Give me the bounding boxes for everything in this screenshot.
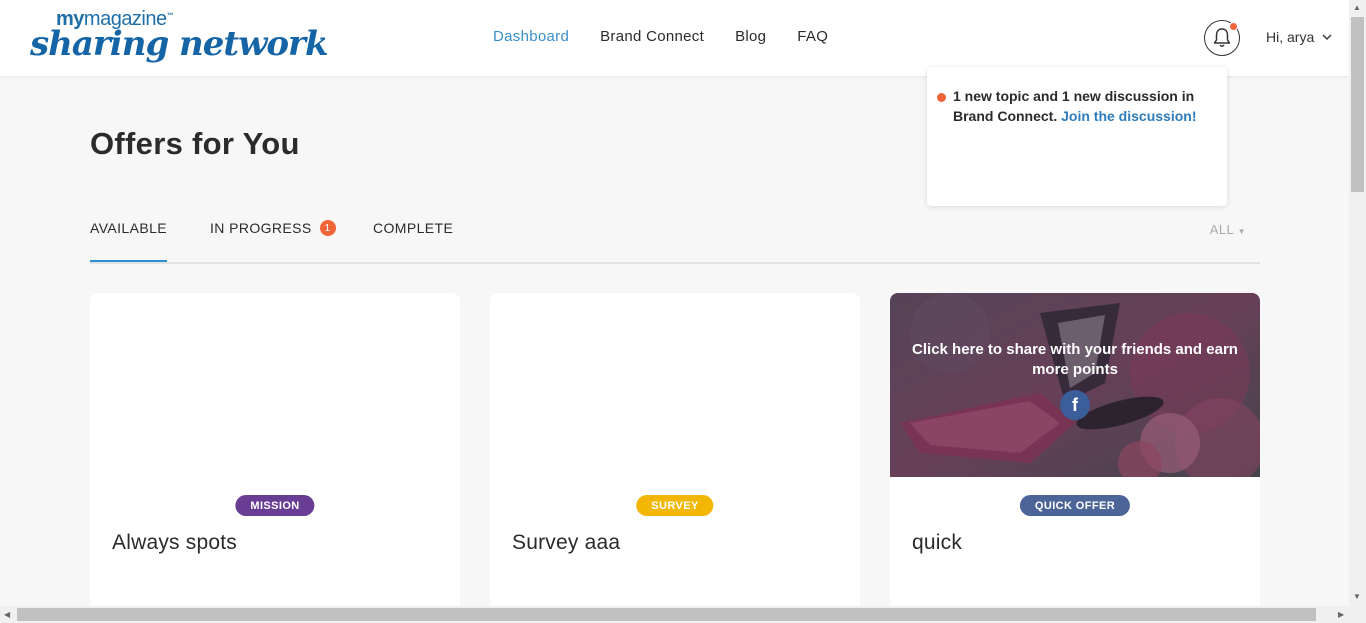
- tab-in-progress-label: IN PROGRESS: [210, 220, 312, 236]
- offer-card[interactable]: MISSION Always spots: [90, 293, 460, 623]
- caret-down-icon: ▼: [1237, 227, 1246, 236]
- card-title: quick: [912, 531, 963, 554]
- card-tag-mission: MISSION: [235, 495, 315, 516]
- butterfly-image: Click here to share with your friends an…: [890, 293, 1260, 477]
- card-title: Always spots: [112, 531, 237, 554]
- chevron-down-icon: [1322, 34, 1332, 40]
- nav-faq[interactable]: FAQ: [797, 28, 828, 45]
- filter-label: ALL: [1209, 222, 1234, 237]
- user-greeting: Hi, arya: [1266, 29, 1315, 45]
- card-tag-survey: SURVEY: [636, 495, 714, 516]
- scroll-up-icon[interactable]: ▲: [1353, 3, 1361, 12]
- offer-tabs: AVAILABLE IN PROGRESS 1 COMPLETE ALL ▼: [90, 218, 1260, 264]
- filter-dropdown[interactable]: ALL ▼: [1210, 222, 1246, 237]
- scroll-down-icon[interactable]: ▼: [1353, 592, 1361, 601]
- facebook-icon[interactable]: f: [1060, 390, 1090, 420]
- top-header: mymagazine™ sharing network Dashboard Br…: [0, 0, 1349, 76]
- logo-sharing-network: sharing network: [30, 24, 329, 64]
- tab-complete[interactable]: COMPLETE: [373, 220, 453, 236]
- vertical-scroll-thumb[interactable]: [1351, 17, 1364, 192]
- nav-dashboard[interactable]: Dashboard: [493, 28, 569, 45]
- scroll-right-icon[interactable]: ▶: [1338, 610, 1344, 619]
- notification-indicator: [1229, 22, 1238, 31]
- nav-brand-connect[interactable]: Brand Connect: [600, 28, 704, 45]
- notification-dropdown: 1 new topic and 1 new discussion in Bran…: [927, 67, 1227, 206]
- card-tag-quick-offer: QUICK OFFER: [1019, 495, 1131, 516]
- share-prompt[interactable]: Click here to share with your friends an…: [910, 340, 1240, 380]
- nav-blog[interactable]: Blog: [735, 28, 766, 45]
- logo[interactable]: mymagazine™ sharing network: [30, 6, 329, 68]
- page-title: Offers for You: [90, 126, 300, 161]
- notification-bell-button[interactable]: [1204, 20, 1240, 56]
- user-menu[interactable]: Hi, arya: [1266, 29, 1332, 45]
- tab-complete-label: COMPLETE: [373, 220, 454, 236]
- join-discussion-link[interactable]: Join the discussion!: [1061, 108, 1196, 124]
- main-nav: Dashboard Brand Connect Blog FAQ: [493, 28, 828, 45]
- horizontal-scrollbar[interactable]: ◀ ▶: [0, 606, 1366, 623]
- bell-icon: [1213, 28, 1231, 47]
- offer-card[interactable]: SURVEY Survey aaa: [490, 293, 860, 623]
- tab-available[interactable]: AVAILABLE: [90, 220, 168, 262]
- in-progress-count-badge: 1: [319, 220, 336, 236]
- offer-card[interactable]: Click here to share with your friends an…: [890, 293, 1260, 623]
- horizontal-scroll-thumb[interactable]: [17, 608, 1316, 621]
- card-title: Survey aaa: [512, 531, 621, 554]
- tab-in-progress[interactable]: IN PROGRESS 1: [210, 220, 336, 236]
- unread-dot: [937, 93, 946, 102]
- vertical-scrollbar[interactable]: ▲ ▼: [1349, 0, 1366, 606]
- tab-available-label: AVAILABLE: [90, 220, 168, 236]
- scroll-left-icon[interactable]: ◀: [4, 610, 10, 619]
